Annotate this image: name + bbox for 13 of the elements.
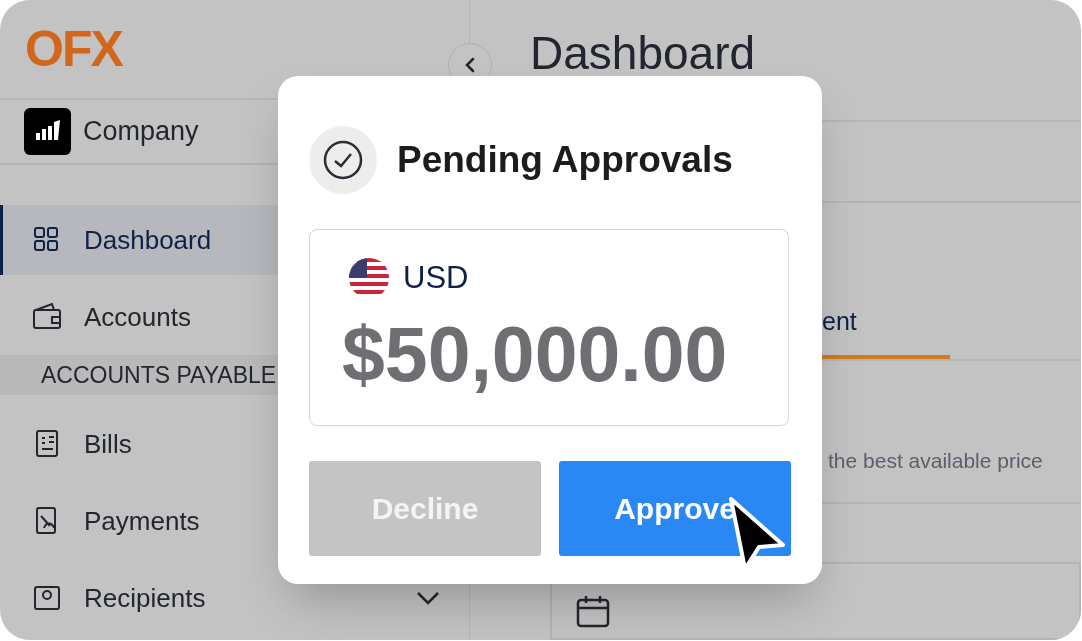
logo: OFX bbox=[25, 23, 122, 74]
nav-item[interactable]: Recipients bbox=[0, 563, 469, 633]
section-heading: ACCOUNTS PAYABLE bbox=[41, 360, 277, 390]
amount: $50,000.00 bbox=[342, 315, 729, 393]
chevron-left-icon bbox=[464, 57, 476, 73]
info-text: the best available price bbox=[828, 447, 1043, 474]
calendar-icon bbox=[576, 594, 610, 629]
company-logo-icon bbox=[24, 107, 71, 155]
dialog-title: Pending Approvals bbox=[397, 138, 733, 183]
company-name: Company bbox=[83, 115, 199, 148]
contact-card-icon bbox=[32, 583, 62, 613]
wallet-icon bbox=[32, 302, 62, 332]
page-title: Dashboard bbox=[530, 27, 756, 79]
